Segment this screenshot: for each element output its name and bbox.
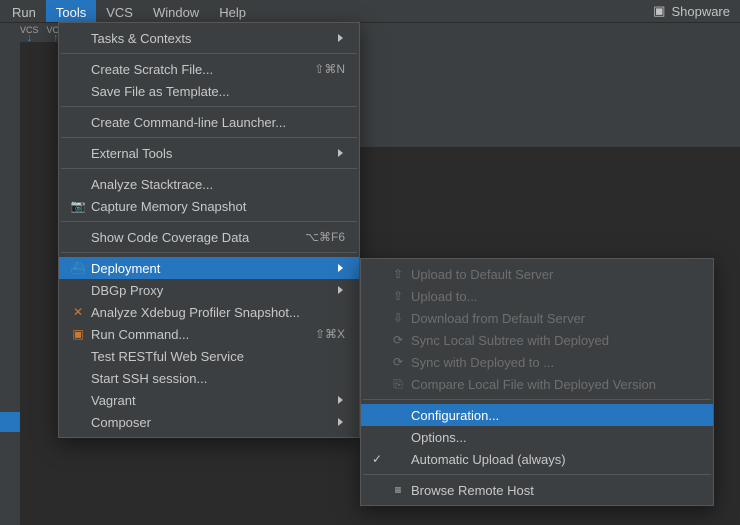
menu-item-upload-to-default-server: ⇧ Upload to Default Server bbox=[361, 263, 713, 285]
menu-item-vagrant[interactable]: Vagrant bbox=[59, 389, 359, 411]
menu-item-label: Browse Remote Host bbox=[411, 483, 534, 498]
menu-item-label: Start SSH session... bbox=[91, 371, 207, 386]
tool-window-strip bbox=[0, 42, 20, 525]
deployment-submenu: ⇧ Upload to Default Server ⇧ Upload to... ⇩ D… bbox=[360, 258, 714, 506]
menu-item-label: Composer bbox=[91, 415, 151, 430]
menu-item-label: Analyze Stacktrace... bbox=[91, 177, 213, 192]
menu-item-analyze-xdebug-profiler-snapshot[interactable]: ✕ Analyze Xdebug Profiler Snapshot... bbox=[59, 301, 359, 323]
menubar-item-run[interactable]: Run bbox=[2, 0, 46, 22]
upload-to-icon: ⇧ bbox=[389, 289, 407, 303]
menu-item-label: Sync Local Subtree with Deployed bbox=[411, 333, 609, 348]
submenu-arrow-icon bbox=[337, 285, 345, 295]
menu-item-label: Save File as Template... bbox=[91, 84, 230, 99]
menu-item-label: Sync with Deployed to ... bbox=[411, 355, 554, 370]
menu-item-configuration[interactable]: Configuration... bbox=[361, 404, 713, 426]
menu-item-label: Capture Memory Snapshot bbox=[91, 199, 246, 214]
menu-item-options[interactable]: Options... bbox=[361, 426, 713, 448]
menu-item-label: Test RESTful Web Service bbox=[91, 349, 244, 364]
compare-local-file-with-deployed-version-icon: ⎘ bbox=[389, 377, 407, 392]
project-selector[interactable]: ▣ Shopware bbox=[653, 0, 740, 22]
menu-shortcut: ⇧⌘N bbox=[314, 62, 345, 76]
menu-item-label: Create Scratch File... bbox=[91, 62, 213, 77]
menu-separator bbox=[363, 399, 711, 400]
menu-item-label: Deployment bbox=[91, 261, 160, 276]
menu-item-analyze-stacktrace[interactable]: Analyze Stacktrace... bbox=[59, 173, 359, 195]
menu-item-browse-remote-host[interactable]: ≡ Browse Remote Host bbox=[361, 479, 713, 501]
menu-item-external-tools[interactable]: External Tools bbox=[59, 142, 359, 164]
menu-item-label: External Tools bbox=[91, 146, 172, 161]
menu-separator bbox=[61, 221, 357, 222]
download-from-default-server-icon: ⇩ bbox=[389, 311, 407, 325]
menu-item-label: Run Command... bbox=[91, 327, 189, 342]
menu-item-sync-local-subtree-with-deployed: ⟳ Sync Local Subtree with Deployed bbox=[361, 329, 713, 351]
menu-separator bbox=[363, 474, 711, 475]
sync-with-deployed-to-icon: ⟳ bbox=[389, 355, 407, 369]
submenu-arrow-icon bbox=[337, 263, 345, 273]
menu-item-label: Analyze Xdebug Profiler Snapshot... bbox=[91, 305, 300, 320]
menubar: Run Tools VCS Window Help ▣ Shopware bbox=[0, 0, 740, 23]
active-tool-indicator bbox=[0, 412, 20, 432]
browse-remote-host-icon: ≡ bbox=[389, 483, 407, 497]
menubar-item-tools[interactable]: Tools bbox=[46, 0, 96, 22]
menu-item-start-ssh-session[interactable]: Start SSH session... bbox=[59, 367, 359, 389]
menu-shortcut: ⇧⌘X bbox=[315, 327, 345, 341]
menu-item-compare-local-file-with-deployed-version: ⎘ Compare Local File with Deployed Versio… bbox=[361, 373, 713, 395]
menu-item-save-file-as-template[interactable]: Save File as Template... bbox=[59, 80, 359, 102]
menu-shortcut: ⌥⌘F6 bbox=[305, 230, 345, 244]
menu-item-create-command-line-launcher[interactable]: Create Command-line Launcher... bbox=[59, 111, 359, 133]
capture-memory-snapshot-icon: 📷 bbox=[69, 199, 87, 213]
menu-item-show-code-coverage-data[interactable]: Show Code Coverage Data ⌥⌘F6 bbox=[59, 226, 359, 248]
menu-item-label: Tasks & Contexts bbox=[91, 31, 191, 46]
menu-item-sync-with-deployed-to: ⟳ Sync with Deployed to ... bbox=[361, 351, 713, 373]
sync-local-subtree-with-deployed-icon: ⟳ bbox=[389, 333, 407, 347]
run-command-icon: ▣ bbox=[69, 327, 87, 341]
submenu-arrow-icon bbox=[337, 33, 345, 43]
menu-item-run-command[interactable]: ▣ Run Command... ⇧⌘X bbox=[59, 323, 359, 345]
menu-item-label: Upload to Default Server bbox=[411, 267, 553, 282]
menu-item-label: Automatic Upload (always) bbox=[411, 452, 566, 467]
menu-item-label: DBGp Proxy bbox=[91, 283, 163, 298]
menu-item-label: Create Command-line Launcher... bbox=[91, 115, 286, 130]
menu-separator bbox=[61, 252, 357, 253]
menubar-item-window[interactable]: Window bbox=[143, 0, 209, 22]
menu-separator bbox=[61, 53, 357, 54]
menu-item-label: Configuration... bbox=[411, 408, 499, 423]
menu-item-capture-memory-snapshot[interactable]: 📷 Capture Memory Snapshot bbox=[59, 195, 359, 217]
analyze-xdebug-profiler-snapshot-icon: ✕ bbox=[69, 305, 87, 319]
menu-item-download-from-default-server: ⇩ Download from Default Server bbox=[361, 307, 713, 329]
menu-separator bbox=[61, 106, 357, 107]
menu-separator bbox=[61, 168, 357, 169]
submenu-arrow-icon bbox=[337, 417, 345, 427]
menubar-item-help[interactable]: Help bbox=[209, 0, 256, 22]
menu-item-composer[interactable]: Composer bbox=[59, 411, 359, 433]
project-name: Shopware bbox=[671, 4, 730, 19]
check-icon: ✓ bbox=[369, 452, 385, 466]
upload-to-default-server-icon: ⇧ bbox=[389, 267, 407, 281]
tools-menu: Tasks & Contexts Create Scratch File... ⇧⌘… bbox=[58, 22, 360, 438]
vcs-update-icon[interactable]: VCS↓ bbox=[20, 26, 39, 42]
project-icon: ▣ bbox=[653, 3, 665, 19]
menu-item-label: Download from Default Server bbox=[411, 311, 585, 326]
menu-item-automatic-upload-always[interactable]: ✓ Automatic Upload (always) bbox=[361, 448, 713, 470]
menubar-item-vcs[interactable]: VCS bbox=[96, 0, 143, 22]
deployment-icon: ⛴ bbox=[69, 261, 87, 275]
menu-separator bbox=[61, 137, 357, 138]
menu-item-upload-to: ⇧ Upload to... bbox=[361, 285, 713, 307]
menu-item-label: Compare Local File with Deployed Version bbox=[411, 377, 656, 392]
menu-item-create-scratch-file[interactable]: Create Scratch File... ⇧⌘N bbox=[59, 58, 359, 80]
menu-item-test-restful-web-service[interactable]: Test RESTful Web Service bbox=[59, 345, 359, 367]
menu-item-label: Vagrant bbox=[91, 393, 136, 408]
menu-item-dbgp-proxy[interactable]: DBGp Proxy bbox=[59, 279, 359, 301]
menu-item-tasks-contexts[interactable]: Tasks & Contexts bbox=[59, 27, 359, 49]
menu-item-label: Options... bbox=[411, 430, 467, 445]
menu-item-label: Show Code Coverage Data bbox=[91, 230, 249, 245]
menu-item-label: Upload to... bbox=[411, 289, 478, 304]
menu-item-deployment[interactable]: ⛴ Deployment bbox=[59, 257, 359, 279]
submenu-arrow-icon bbox=[337, 395, 345, 405]
submenu-arrow-icon bbox=[337, 148, 345, 158]
